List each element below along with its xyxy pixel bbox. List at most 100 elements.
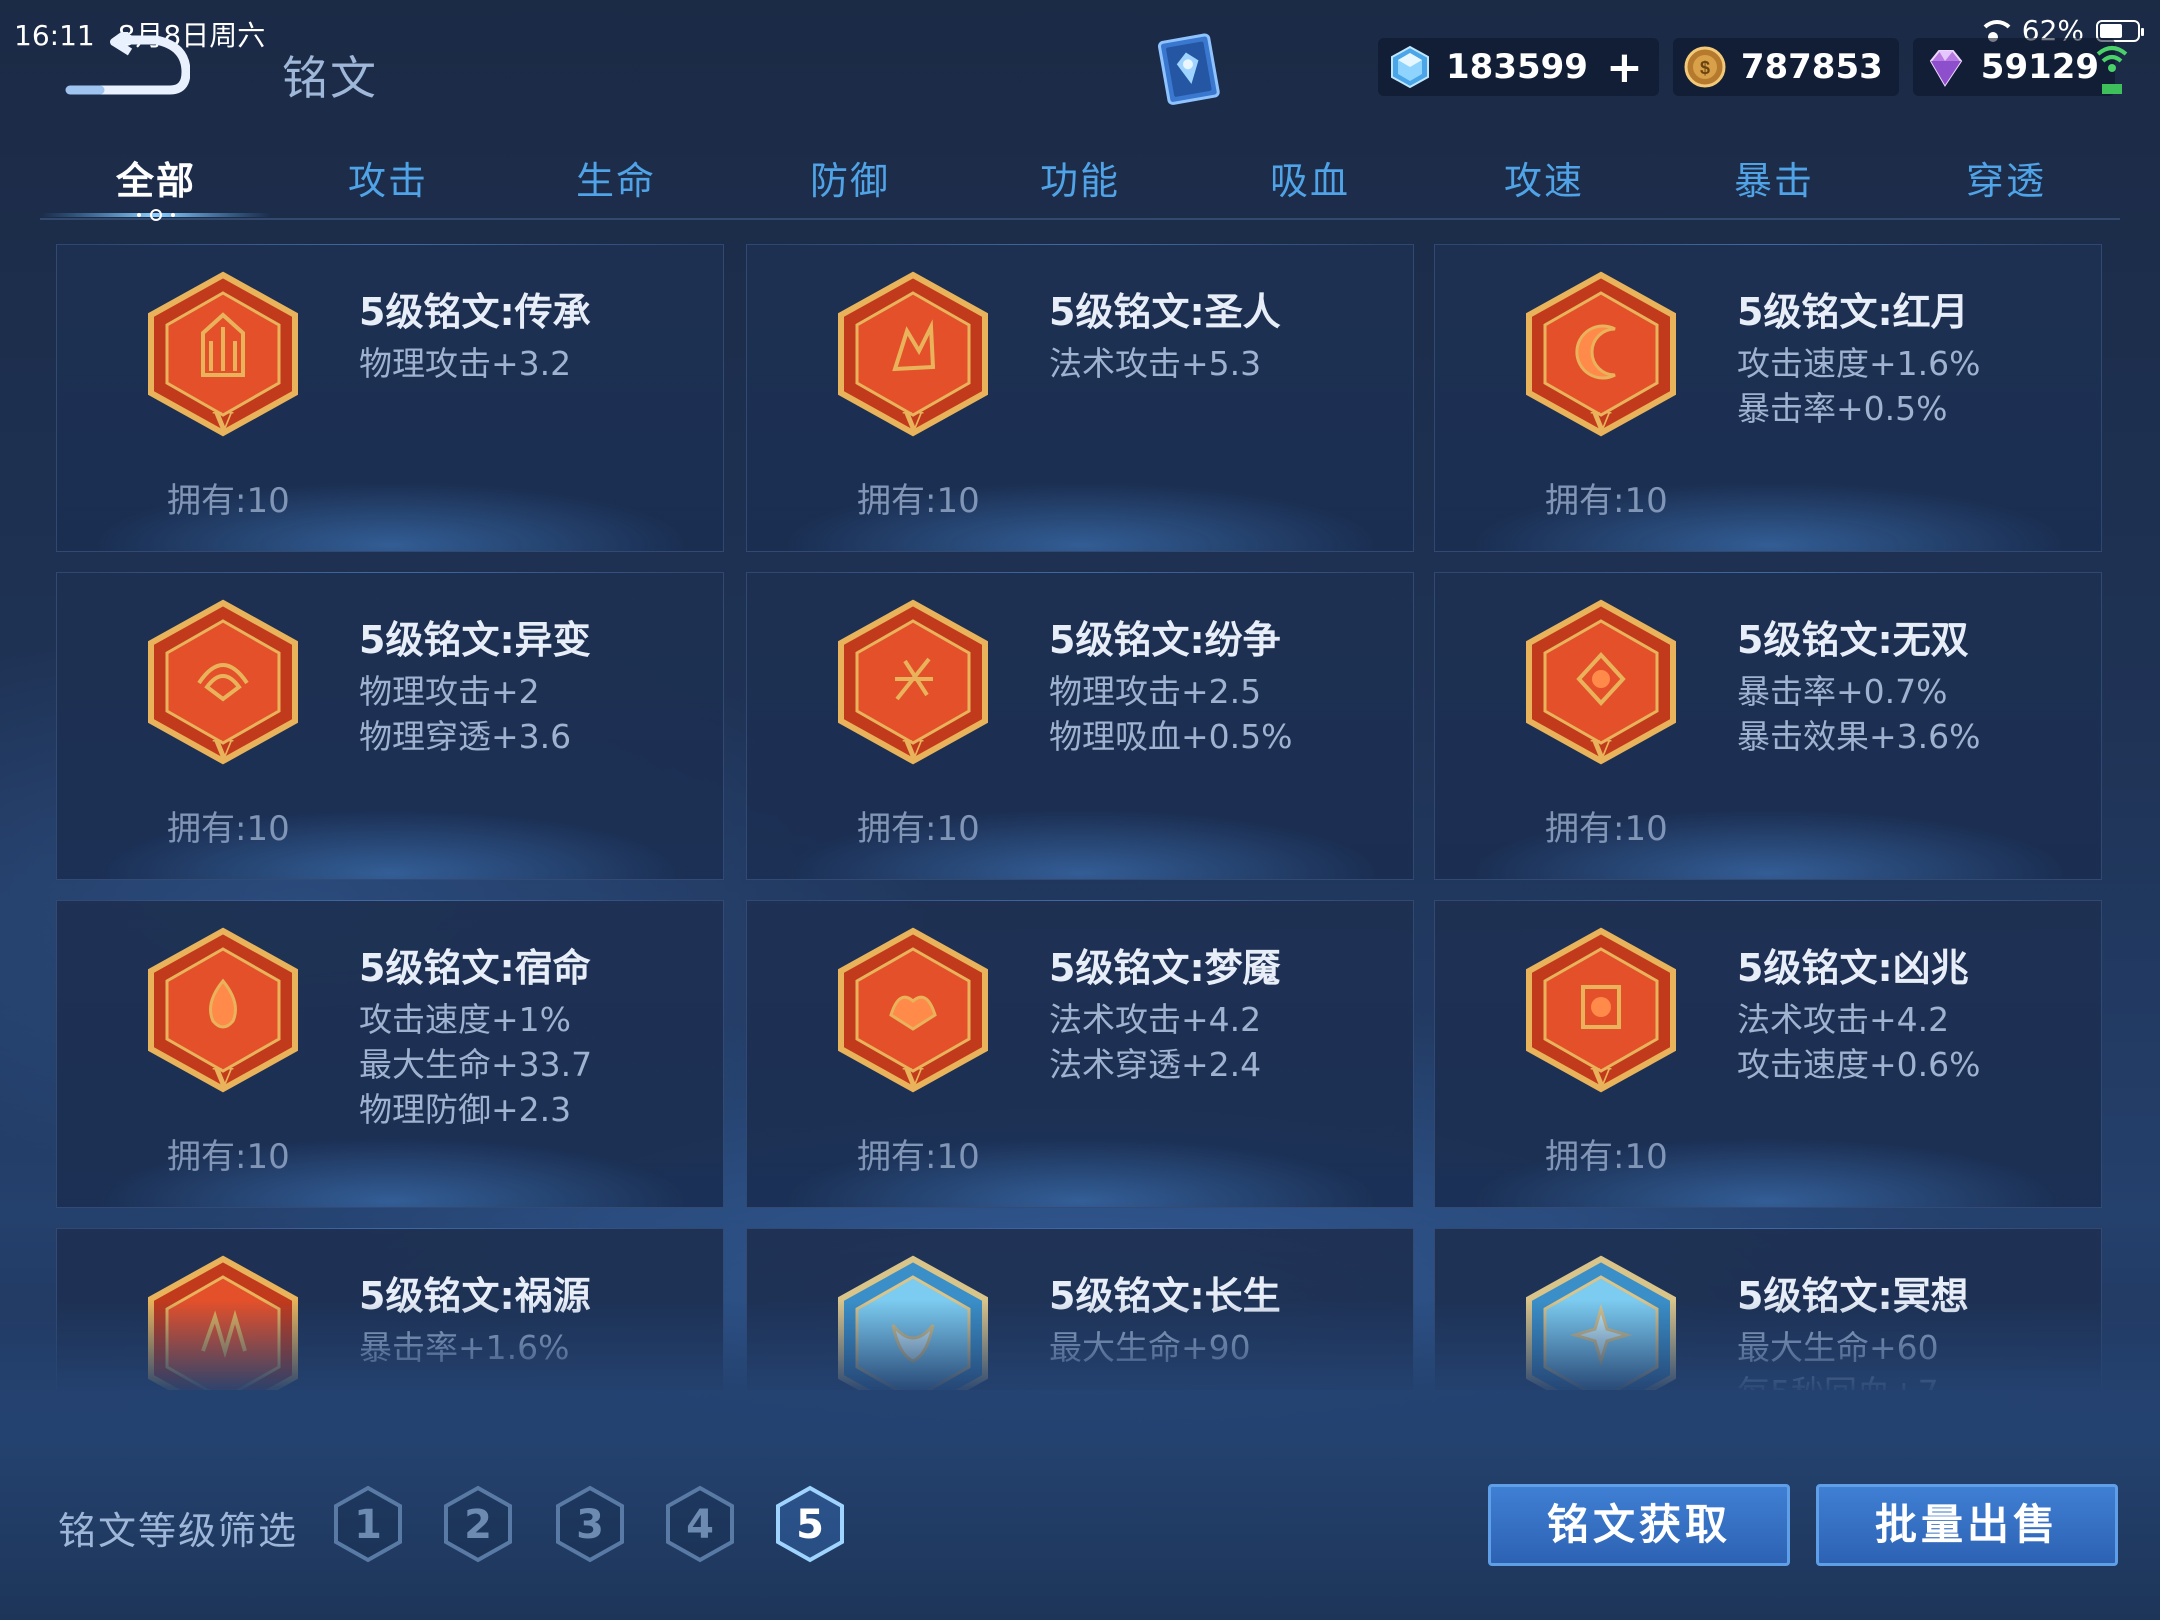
svg-text:V: V — [902, 408, 924, 438]
inscription-card[interactable]: V 5级铭文:圣人法术攻击+5.3 拥有:10 — [746, 244, 1414, 552]
diamond-value: 183599 — [1446, 47, 1588, 87]
level-filter-2[interactable]: 2 — [440, 1484, 516, 1564]
owned-count: 拥有:10 — [857, 481, 980, 521]
inscription-emblem-icon: V — [1523, 599, 1679, 769]
battery-level — [2100, 23, 2123, 38]
tab-health[interactable]: 生命 — [536, 150, 696, 205]
tab-all[interactable]: 全部 — [76, 150, 236, 205]
inscription-card[interactable]: V 5级铭文:无双暴击率+0.7% 暴击效果+3.6% 拥有:10 — [1434, 572, 2102, 880]
tab-lifesteal[interactable]: 吸血 — [1230, 150, 1390, 205]
svg-text:V: V — [1590, 1064, 1612, 1094]
gem-currency[interactable]: 59129 — [1912, 38, 2116, 96]
level-filter-5[interactable]: 5 — [772, 1484, 848, 1564]
page-title: 铭文 — [282, 51, 378, 105]
owned-count: 拥有:10 — [857, 1137, 980, 1177]
inscription-attribute: 物理吸血+0.5% — [1049, 717, 1293, 756]
owned-count: 拥有:10 — [1545, 481, 1668, 521]
inscription-attribute: 物理穿透+3.6 — [359, 717, 572, 756]
level-number: 3 — [576, 1502, 604, 1548]
inscription-card[interactable]: V 5级铭文:梦魇 法术攻击+4.2 法术穿透+2.4 拥有:10 — [746, 900, 1414, 1208]
inscription-name: 5级铭文:红月 — [1737, 290, 1969, 334]
gem-icon — [1929, 50, 1963, 87]
svg-text:V: V — [1590, 736, 1612, 766]
diamond-currency[interactable]: 183599 + — [1378, 38, 1659, 96]
currency-bar: 183599 + $ 787853 59129 — [1378, 38, 2116, 96]
inscription-attributes: 法术攻击+5.3 — [1049, 341, 1261, 386]
level-filter-1[interactable]: 1 — [330, 1484, 406, 1564]
inscription-emblem-icon: V — [145, 927, 301, 1097]
tab-attack-speed[interactable]: 攻速 — [1464, 150, 1624, 205]
inscription-name: 5级铭文:纷争 — [1049, 618, 1281, 662]
inscription-attribute: 物理攻击+2.5 — [1049, 672, 1262, 711]
back-button[interactable] — [60, 28, 191, 102]
inscription-attribute: 法术攻击+4.2 — [1737, 1000, 1950, 1039]
inscription-attribute: 法术穿透+2.4 — [1049, 1045, 1262, 1084]
owned-count: 拥有:10 — [1545, 1137, 1668, 1177]
level-number: 1 — [354, 1502, 382, 1548]
tab-utility[interactable]: 功能 — [1000, 150, 1160, 205]
tab-penetration[interactable]: 穿透 — [1926, 150, 2086, 205]
inscription-attribute: 攻击速度+1.6% — [1737, 344, 1981, 383]
inscription-attribute: 法术攻击+4.2 — [1049, 1000, 1262, 1039]
diamond-icon — [1391, 45, 1429, 89]
inscription-card[interactable]: V 5级铭文:凶兆 法术攻击+4.2 攻击速度+0.6% 拥有:10 — [1434, 900, 2102, 1208]
owned-count: 拥有:10 — [167, 809, 290, 849]
level-filter-4[interactable]: 4 — [662, 1484, 738, 1564]
owned-count: 拥有:10 — [167, 481, 290, 521]
category-tabs: 全部 攻击 生命 防御 功能 吸血 攻速 暴击 穿透 — [40, 150, 2120, 221]
book-icon[interactable] — [1148, 30, 1232, 110]
inscription-attribute: 暴击率+0.5% — [1737, 389, 1948, 428]
inscription-attribute: 攻击速度+1% — [359, 1000, 572, 1039]
inscription-name: 5级铭文:凶兆 — [1737, 946, 1969, 990]
tab-defense[interactable]: 防御 — [770, 150, 930, 205]
inscription-attributes: 攻击速度+1.6% 暴击率+0.5% — [1737, 341, 1981, 431]
inscription-attribute: 暴击率+0.7% — [1737, 672, 1948, 711]
tab-attack[interactable]: 攻击 — [308, 150, 468, 205]
svg-text:V: V — [1590, 408, 1612, 438]
level-filter-label: 铭文等级筛选 — [58, 1509, 299, 1553]
back-arrow-icon — [65, 28, 191, 95]
gold-coin-icon: $ — [1684, 46, 1726, 88]
svg-text:V: V — [902, 1064, 924, 1094]
active-tab-indicator — [41, 209, 271, 221]
inscription-emblem-icon: V — [1523, 927, 1679, 1097]
level-filter-3[interactable]: 3 — [552, 1484, 628, 1564]
inscription-card[interactable]: V 5级铭文:纷争物理攻击+2.5 物理吸血+0.5% 拥有:10 — [746, 572, 1414, 880]
inscription-name: 5级铭文:圣人 — [1049, 290, 1281, 334]
inscription-attribute: 物理攻击+2 — [359, 672, 540, 711]
inscription-emblem-icon: V — [835, 599, 991, 769]
tab-crit[interactable]: 暴击 — [1694, 150, 1854, 205]
inscription-attribute: 暴击效果+3.6% — [1737, 717, 1981, 756]
svg-text:V: V — [902, 736, 924, 766]
inscription-name: 5级铭文:传承 — [359, 290, 591, 334]
inscription-attribute: 最大生命+33.7 — [359, 1045, 593, 1084]
acquire-inscription-button[interactable]: 铭文获取 — [1488, 1484, 1790, 1566]
inscription-attribute: 法术攻击+5.3 — [1049, 344, 1262, 383]
inscription-attributes: 攻击速度+1% 最大生命+33.7 物理防御+2.3 — [359, 997, 592, 1132]
inscription-attribute: 物理防御+2.3 — [359, 1090, 572, 1129]
bulk-sell-button[interactable]: 批量出售 — [1816, 1484, 2118, 1566]
inscription-card[interactable]: V 5级铭文:传承 物理攻击+3.2 拥有:10 — [56, 244, 724, 552]
svg-text:$: $ — [1700, 58, 1710, 78]
inscription-attributes: 物理攻击+2 物理穿透+3.6 — [359, 669, 571, 759]
inscription-emblem-icon: V — [835, 927, 991, 1097]
gold-currency[interactable]: $ 787853 — [1672, 38, 1899, 96]
owned-count: 拥有:10 — [857, 809, 980, 849]
level-number: 4 — [686, 1502, 714, 1548]
gem-value: 59129 — [1980, 47, 2100, 87]
inscription-grid: V 5级铭文:传承 物理攻击+3.2 拥有:10 V 5级铭文:圣人法术攻击+5.3 拥有:… — [56, 244, 2104, 1390]
inscription-card[interactable]: V 5级铭文:红月攻击速度+1.6% 暴击率+0.5% 拥有:10 — [1434, 244, 2102, 552]
add-diamond-button[interactable]: + — [1606, 42, 1643, 93]
inscription-name: 5级铭文:宿命 — [359, 946, 591, 990]
inscription-attributes: 物理攻击+2.5 物理吸血+0.5% — [1049, 669, 1293, 759]
svg-text:V: V — [212, 1064, 234, 1094]
inscription-attributes: 物理攻击+3.2 — [359, 341, 571, 386]
inscription-emblem-icon: V — [145, 599, 301, 769]
inscription-card[interactable]: V 5级铭文:异变 物理攻击+2 物理穿透+3.6 拥有:10 — [56, 572, 724, 880]
inscription-emblem-icon: V — [145, 271, 301, 441]
svg-text:V: V — [212, 736, 234, 766]
inscription-attributes: 暴击率+0.7% 暴击效果+3.6% — [1737, 669, 1981, 759]
inscription-name: 5级铭文:无双 — [1737, 618, 1969, 662]
inscription-card[interactable]: V 5级铭文:宿命 攻击速度+1% 最大生命+33.7 物理防御+2.3 拥有:10 — [56, 900, 724, 1208]
owned-count: 拥有:10 — [1545, 809, 1668, 849]
